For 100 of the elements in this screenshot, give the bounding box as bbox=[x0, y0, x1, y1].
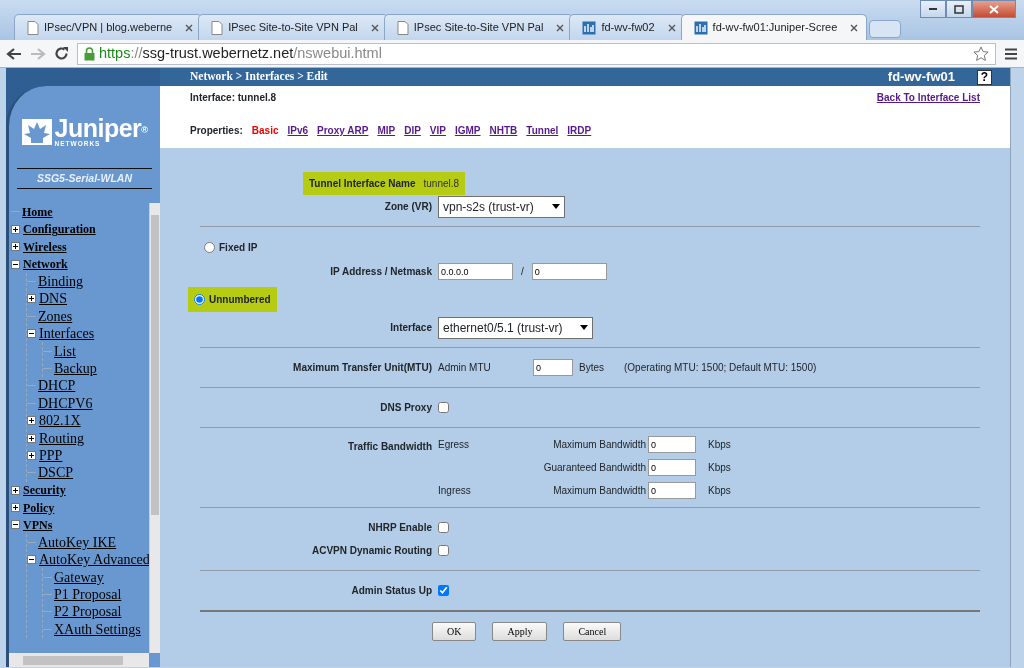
reload-icon[interactable] bbox=[54, 46, 69, 61]
radio-button[interactable] bbox=[204, 242, 215, 253]
close-icon[interactable] bbox=[850, 23, 859, 32]
browser-tab[interactable]: fd-wv-fw01:Juniper-Scree bbox=[680, 14, 868, 40]
unit-label: Bytes bbox=[579, 361, 604, 375]
property-tab[interactable]: IGMP bbox=[454, 123, 481, 138]
expand-icon[interactable] bbox=[11, 242, 20, 252]
nav-link[interactable]: Security bbox=[23, 481, 66, 500]
form-button[interactable]: Cancel bbox=[563, 622, 622, 641]
property-tab[interactable]: IRDP bbox=[567, 123, 592, 138]
back-icon[interactable] bbox=[6, 46, 22, 61]
direction-label: Egress bbox=[438, 438, 471, 452]
device-model: SSG5-Serial-WLAN bbox=[17, 167, 152, 190]
bandwidth-label: Maximum Bandwidth bbox=[552, 438, 646, 452]
tab-title: fd-wv-fw02 bbox=[601, 20, 656, 36]
tab-title: fd-wv-fw01:Juniper-Scree bbox=[712, 20, 839, 36]
radio-button[interactable] bbox=[194, 294, 205, 305]
dropdown[interactable]: vpn-s2s (trust-vr) bbox=[438, 195, 565, 218]
dropdown-arrow-icon bbox=[551, 204, 560, 209]
property-tab[interactable]: MIP bbox=[377, 123, 396, 138]
field-label: Traffic Bandwidth bbox=[347, 440, 432, 454]
property-tab[interactable]: NHTB bbox=[489, 123, 518, 138]
nav-link[interactable]: Configuration bbox=[23, 220, 96, 239]
field-label: IP Address / Netmask bbox=[329, 265, 432, 279]
dropdown[interactable]: ethernet0/5.1 (trust-vr) bbox=[438, 316, 594, 339]
back-link[interactable]: Back To Interface List bbox=[876, 90, 980, 105]
close-icon[interactable] bbox=[667, 23, 676, 32]
bandwidth-field[interactable]: 0 bbox=[648, 482, 696, 499]
close-icon[interactable] bbox=[185, 23, 194, 32]
close-window-button[interactable] bbox=[972, 0, 1016, 18]
scrollbar[interactable] bbox=[9, 653, 149, 667]
form-button[interactable]: OK bbox=[432, 622, 477, 641]
field-value: tunnel.8 bbox=[423, 177, 460, 191]
close-icon[interactable] bbox=[556, 23, 565, 32]
minimize-icon bbox=[929, 8, 937, 10]
expand-icon[interactable] bbox=[27, 433, 36, 443]
netmask-field[interactable]: 0 bbox=[531, 263, 607, 280]
interface-name: Interface: tunnel.8 bbox=[190, 91, 277, 105]
ip-address-field[interactable]: 0.0.0.0 bbox=[438, 263, 513, 280]
collapse-icon[interactable] bbox=[11, 520, 20, 530]
page-icon bbox=[27, 20, 39, 35]
field-label: DNS Proxy bbox=[379, 401, 432, 415]
help-button[interactable]: ? bbox=[977, 69, 992, 85]
page-icon bbox=[211, 20, 224, 35]
field-label: ACVPN Dynamic Routing bbox=[311, 544, 432, 558]
checkbox[interactable] bbox=[438, 402, 449, 413]
bandwidth-label: Guaranteed Bandwidth bbox=[542, 461, 646, 475]
collapse-icon[interactable] bbox=[27, 555, 36, 565]
expand-icon[interactable] bbox=[27, 416, 36, 426]
device-name: fd-wv-fw01 bbox=[887, 68, 955, 87]
collapse-icon[interactable] bbox=[27, 329, 36, 339]
radio-label: Fixed IP bbox=[219, 241, 258, 255]
unit-label: Kbps bbox=[708, 461, 731, 475]
bandwidth-label: Maximum Bandwidth bbox=[552, 484, 646, 498]
logo-text: Juniper$^{®}$ bbox=[54, 116, 148, 141]
collapse-icon[interactable] bbox=[11, 259, 20, 269]
nav-link[interactable]: Policy bbox=[23, 498, 55, 517]
dropdown-value: vpn-s2s (trust-vr) bbox=[443, 198, 534, 216]
bandwidth-field[interactable]: 0 bbox=[648, 436, 696, 453]
tab-title: IPsec/VPN | blog.weberne bbox=[44, 20, 174, 36]
mtu-note: (Operating MTU: 1500; Default MTU: 1500) bbox=[624, 361, 817, 375]
breadcrumb: Network > Interfaces > Edit bbox=[190, 69, 328, 85]
property-tab[interactable]: DIP bbox=[404, 123, 421, 138]
separator-text: / bbox=[521, 265, 524, 279]
nav-link[interactable]: Wireless bbox=[23, 237, 67, 256]
bandwidth-field[interactable]: 0 bbox=[648, 459, 696, 476]
property-tab[interactable]: IPv6 bbox=[287, 123, 309, 138]
expand-icon[interactable] bbox=[11, 503, 20, 513]
expand-icon[interactable] bbox=[11, 224, 20, 234]
field-label: Tunnel Interface Name bbox=[309, 177, 416, 191]
checkbox[interactable] bbox=[438, 585, 449, 596]
expand-icon[interactable] bbox=[27, 294, 36, 304]
radio-label: Unnumbered bbox=[209, 293, 271, 307]
expand-icon[interactable] bbox=[11, 485, 20, 495]
property-tab[interactable]: Basic bbox=[251, 123, 279, 138]
field-label: Maximum Transfer Unit(MTU) bbox=[292, 361, 432, 375]
property-tab[interactable]: Proxy ARP bbox=[317, 123, 369, 138]
address-bar[interactable]: https://ssg-trust.webernetz.net/nswebui.html bbox=[77, 42, 996, 65]
nav-link[interactable]: Network bbox=[23, 255, 68, 274]
dropdown-arrow-icon bbox=[580, 325, 589, 330]
page-icon bbox=[396, 20, 409, 35]
close-icon[interactable] bbox=[370, 23, 379, 32]
scrollbar[interactable] bbox=[149, 203, 160, 653]
expand-icon[interactable] bbox=[27, 450, 36, 460]
menu-icon[interactable] bbox=[1004, 46, 1018, 61]
minimize-button[interactable] bbox=[920, 0, 946, 18]
field-label: Zone (VR) bbox=[383, 200, 432, 214]
mtu-field[interactable]: 0 bbox=[533, 359, 573, 376]
property-tab[interactable]: Tunnel bbox=[526, 123, 559, 138]
checkbox[interactable] bbox=[438, 522, 449, 533]
nav-link[interactable]: Home bbox=[22, 203, 53, 221]
lock-icon bbox=[84, 46, 95, 61]
maximize-button[interactable] bbox=[946, 0, 972, 18]
property-tab[interactable]: VIP bbox=[429, 123, 446, 138]
nav-link[interactable]: VPNs bbox=[23, 516, 53, 534]
checkbox[interactable] bbox=[438, 545, 449, 556]
star-icon[interactable] bbox=[973, 45, 989, 62]
unit-label: Kbps bbox=[708, 438, 731, 452]
dropdown-value: ethernet0/5.1 (trust-vr) bbox=[443, 319, 563, 337]
form-button[interactable]: Apply bbox=[492, 622, 548, 641]
